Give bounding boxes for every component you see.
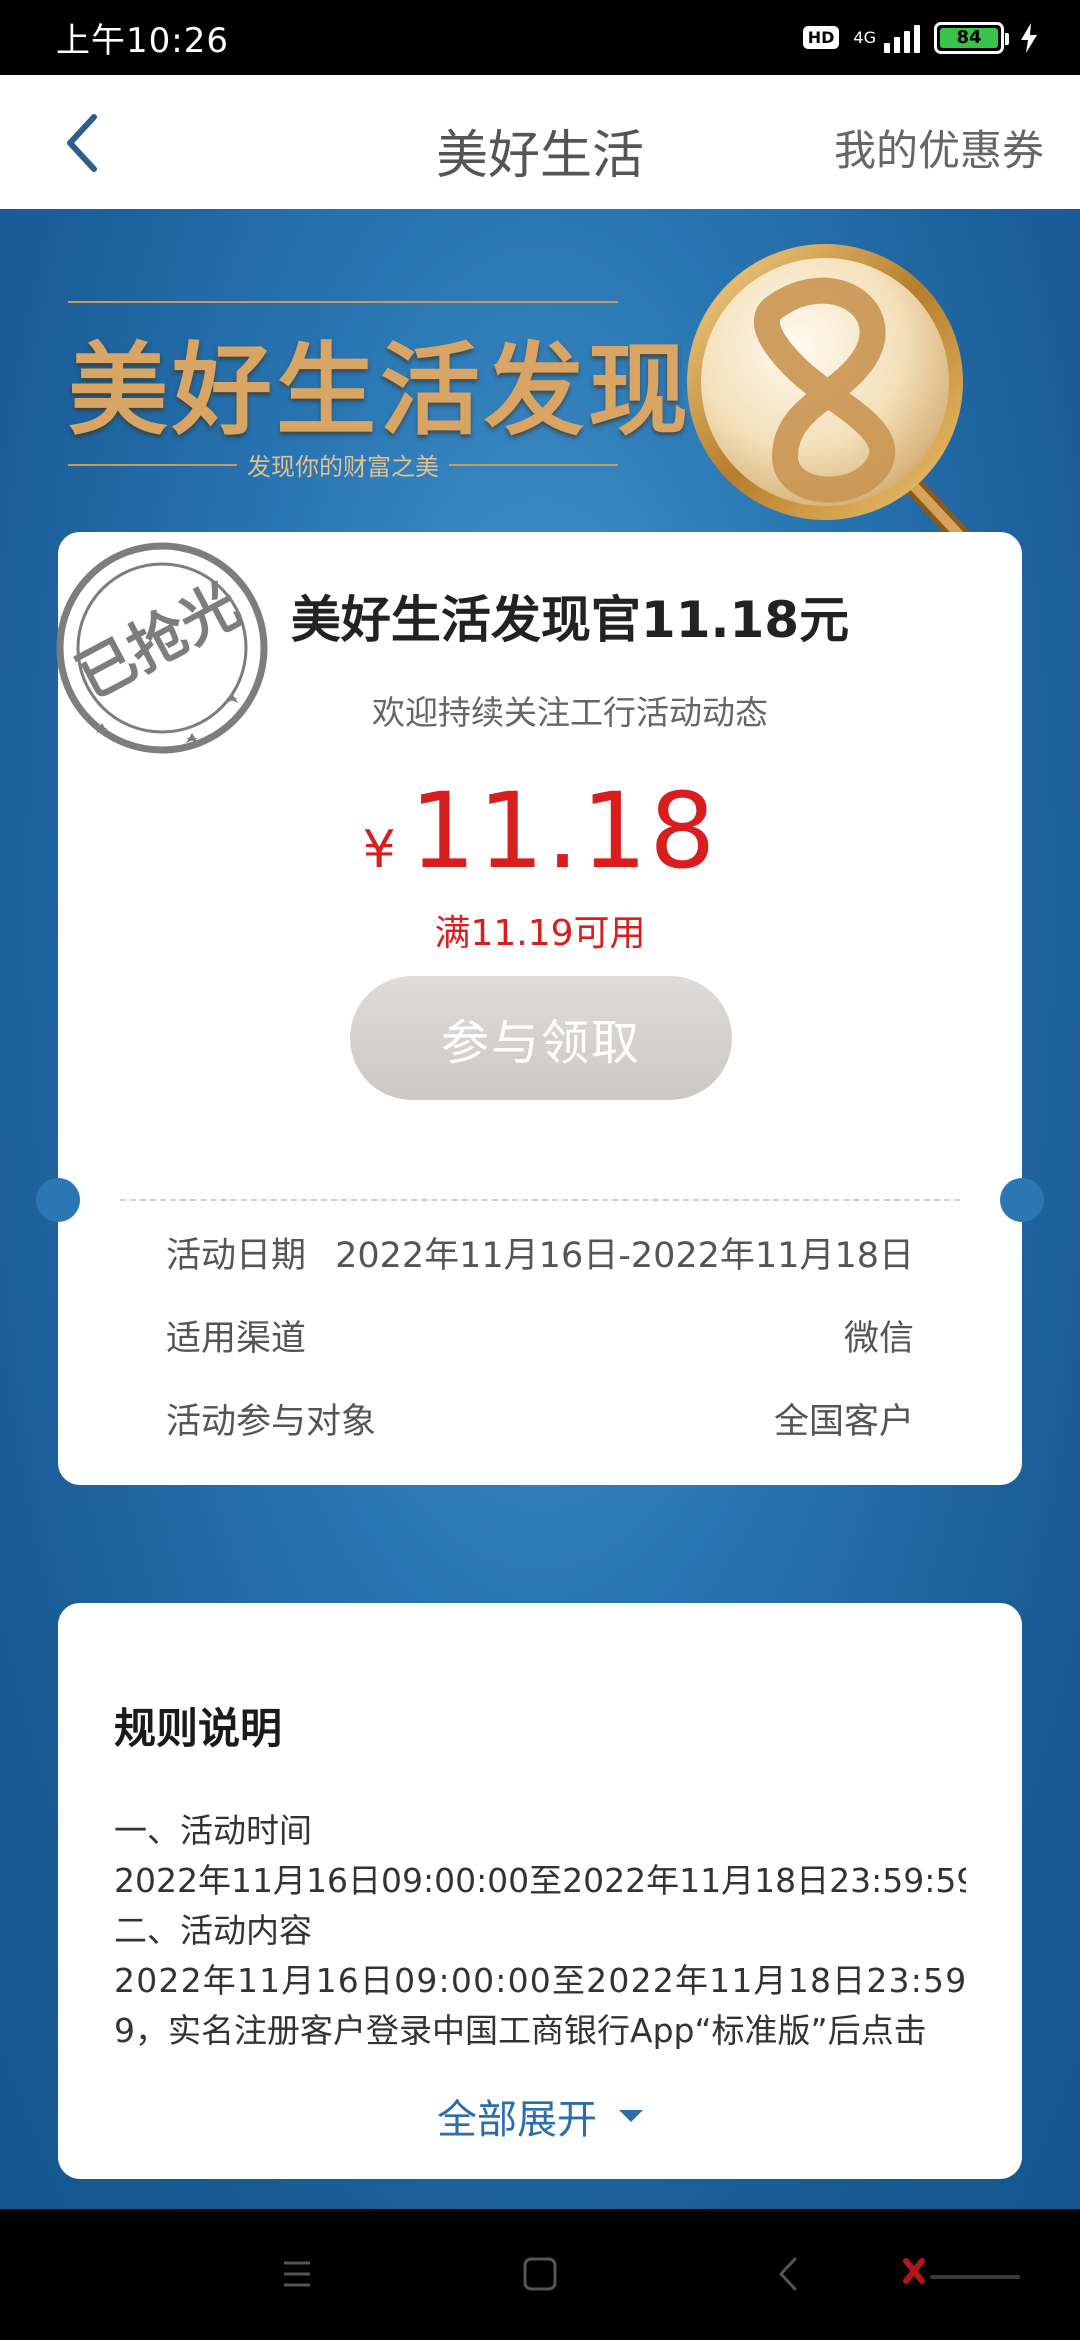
app-header: 美好生活 我的优惠券 [0,75,1080,209]
info-row-audience: 活动参与对象 全国客户 [166,1393,914,1443]
coupon-description: 欢迎持续关注工行活动动态 [372,693,768,732]
coupon-card: 已抢光 美好生活发现官11.18元 欢迎持续关注工行活动动态 ¥ 11.18 满… [36,532,1044,1485]
info-label: 活动参与对象 [166,1401,377,1442]
rules-line: 2022年11月16日09:00:00至2022年11月18日23:59:59 [114,1861,966,1900]
watermark-logo-icon [903,2258,1020,2284]
banner-rule-left [68,463,237,466]
chevron-down-icon [619,2110,643,2122]
network-type: 4G [853,27,876,47]
rules-title: 规则说明 [114,1704,283,1753]
ticket-divider [120,1199,960,1201]
expand-all-label: 全部展开 [437,2097,597,2143]
banner-divider [68,301,618,303]
info-value: 2022年11月16日-2022年11月18日 [335,1235,914,1276]
rules-body: 一、活动时间 2022年11月16日09:00:00至2022年11月18日23… [114,1806,966,2056]
banner-rule-right [449,463,618,466]
battery-icon: 84 [934,21,1009,54]
rules-line: 9，实名注册客户登录中国工商银行App“标准版”后点击 [114,2011,927,2050]
rules-line: 二、活动内容 [114,1911,312,1950]
menu-icon[interactable] [272,2249,322,2299]
info-row-date: 活动日期 2022年11月16日-2022年11月18日 [166,1227,914,1277]
sold-out-stamp: 已抢光 [56,542,268,754]
signal-icon [884,23,920,53]
info-label: 适用渠道 [166,1318,307,1359]
status-icons: HD 4G 84 [802,21,1040,54]
coupon-amount: 11.18 [409,770,718,892]
rules-line: 2022年11月16日09:00:00至2022年11月18日23:59:5 [114,1961,966,2000]
battery-level: 84 [940,27,998,48]
rules-card: 规则说明 一、活动时间 2022年11月16日09:00:00至2022年11月… [58,1603,1022,2179]
my-coupons-link[interactable]: 我的优惠券 [834,117,1044,178]
info-value: 全国客户 [773,1401,914,1442]
home-icon[interactable] [515,2249,565,2299]
nav-back-icon[interactable] [765,2249,815,2299]
ticket-notch-left [36,1178,80,1222]
magnifier-illustration [687,244,990,567]
hd-icon: HD [802,26,840,49]
usage-threshold: 满11.19可用 [434,913,646,954]
claim-button[interactable]: 参与领取 [350,976,732,1100]
rules-line: 一、活动时间 [114,1811,312,1850]
info-value: 微信 [843,1318,914,1359]
info-label: 活动日期 [166,1235,307,1276]
info-row-channel: 适用渠道 微信 [166,1310,914,1360]
ticket-notch-right [1000,1178,1044,1222]
status-bar: 上午10:26 HD 4G 84 [0,0,1080,75]
coupon-name: 美好生活发现官11.18元 [290,591,850,649]
banner-subtitle: 发现你的财富之美 [68,447,618,482]
coupon-price: ¥ 11.18 [58,770,1022,892]
system-nav-bar [0,2209,1080,2340]
charging-icon [1021,22,1037,53]
banner-subtitle-text: 发现你的财富之美 [247,453,439,481]
status-time: 上午10:26 [56,21,229,61]
currency-symbol: ¥ [362,820,396,880]
expand-all-button[interactable]: 全部展开 [58,2087,1022,2145]
